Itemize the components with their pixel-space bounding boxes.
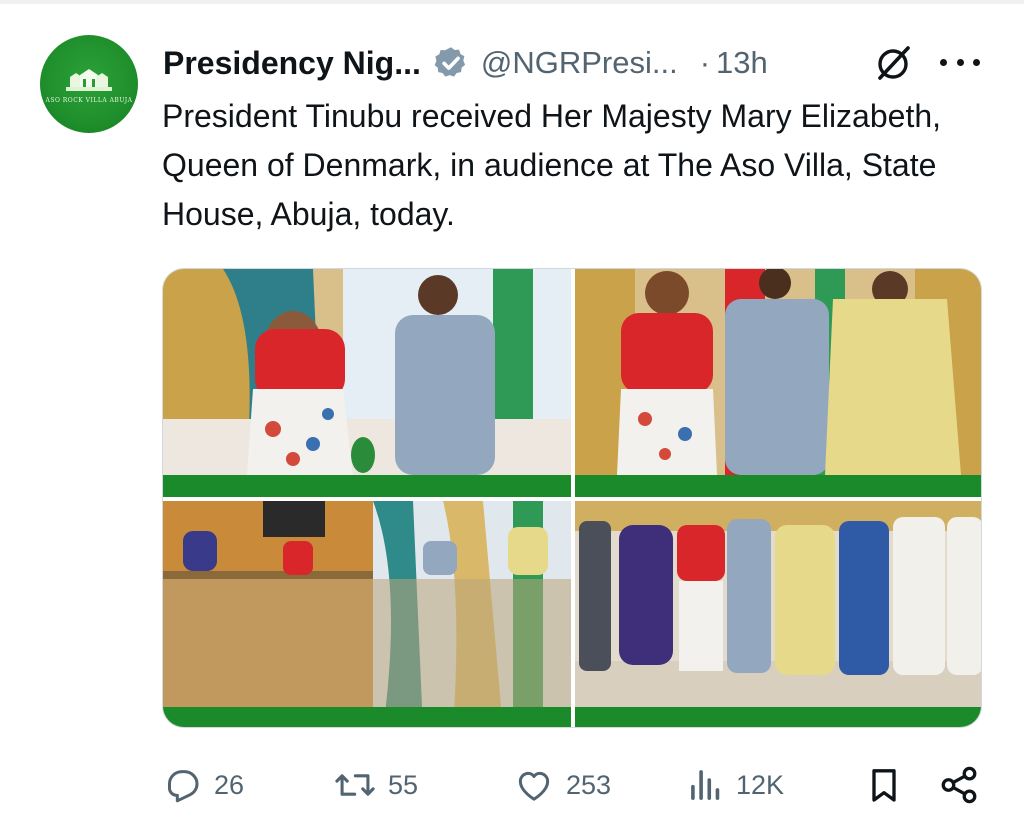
separator-dot: · xyxy=(699,45,711,80)
author-handle[interactable]: @NGRPresi... xyxy=(481,45,678,81)
views-button[interactable]: 12K xyxy=(688,762,784,808)
avatar-label: ASO ROCK VILLA ABUJA xyxy=(45,96,133,104)
avatar[interactable]: ASO ROCK VILLA ABUJA xyxy=(40,35,138,133)
grok-icon[interactable] xyxy=(872,42,914,84)
reply-button[interactable]: 26 xyxy=(162,762,244,808)
photo-2[interactable] xyxy=(575,269,981,497)
like-icon xyxy=(518,771,550,801)
photo-3[interactable] xyxy=(163,501,571,727)
author-display-name[interactable]: Presidency Nig... xyxy=(163,45,421,82)
action-bar: 26 55 253 12K xyxy=(162,762,982,808)
top-divider xyxy=(0,0,1024,4)
views-icon xyxy=(691,770,720,800)
views-count: 12K xyxy=(736,769,785,800)
bookmark-button[interactable] xyxy=(864,762,904,808)
media-grid xyxy=(162,268,982,728)
more-icon[interactable] xyxy=(940,42,980,82)
repost-button[interactable]: 55 xyxy=(334,762,418,808)
repost-icon xyxy=(335,774,375,796)
timestamp[interactable]: 13h xyxy=(716,45,768,81)
reply-icon xyxy=(168,770,199,803)
photo-1[interactable] xyxy=(163,269,571,497)
bookmark-icon xyxy=(872,769,896,802)
share-button[interactable] xyxy=(938,762,980,808)
like-count: 253 xyxy=(566,769,612,800)
verified-badge-icon xyxy=(434,47,465,77)
reply-count: 26 xyxy=(214,769,245,800)
tweet-text: President Tinubu received Her Majesty Ma… xyxy=(162,98,942,232)
photo-4[interactable] xyxy=(575,501,981,727)
tweet-header: Presidency Nig... @NGRPresi... · 13h xyxy=(163,38,768,88)
aso-rock-villa-logo xyxy=(66,68,112,91)
like-button[interactable]: 253 xyxy=(514,762,611,808)
share-icon xyxy=(941,766,977,804)
repost-count: 55 xyxy=(388,769,419,800)
